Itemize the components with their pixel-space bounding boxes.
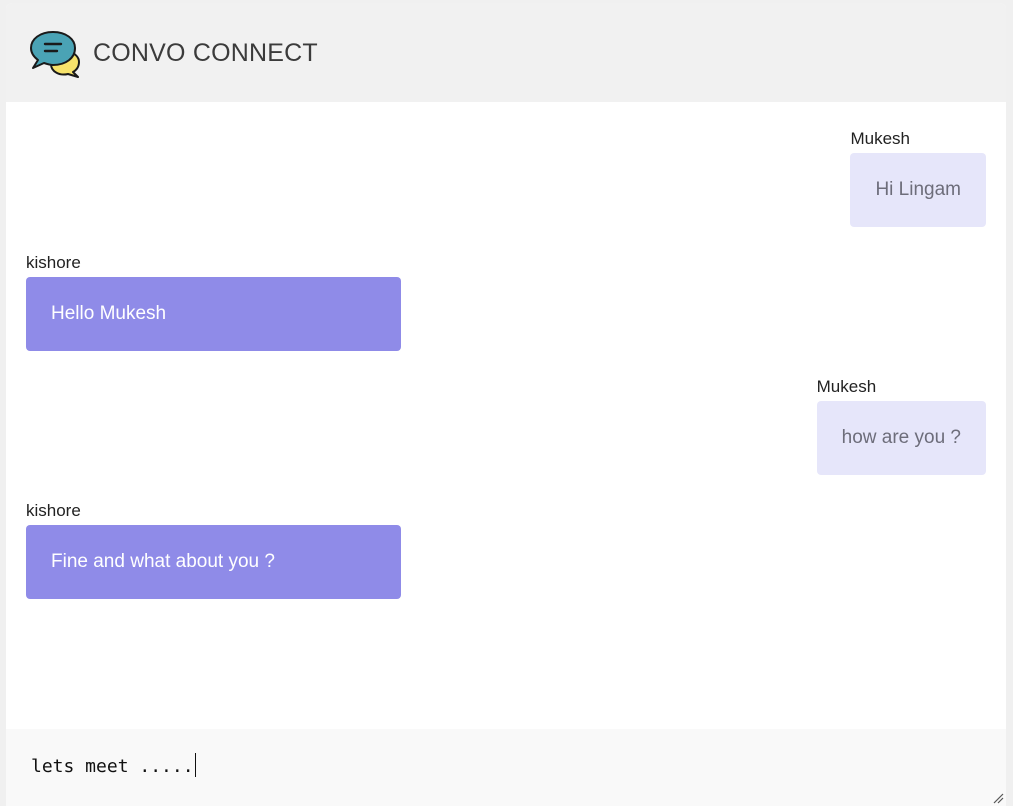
- message-sender: Mukesh: [850, 129, 910, 148]
- resize-handle-icon[interactable]: [992, 792, 1004, 804]
- message-list: Mukesh Hi Lingam kishore Hello Mukesh Mu…: [6, 102, 1006, 729]
- text-caret: [194, 753, 196, 777]
- app-header: CONVO CONNECT: [6, 3, 1006, 102]
- chat-app: CONVO CONNECT Mukesh Hi Lingam kishore H…: [6, 3, 1006, 806]
- message-item: kishore Fine and what about you ?: [26, 501, 401, 599]
- message-input-value: lets meet .....: [31, 756, 194, 777]
- message-input[interactable]: lets meet .....: [31, 753, 196, 777]
- message-sender: kishore: [26, 253, 81, 272]
- message-item: Mukesh how are you ?: [816, 377, 986, 475]
- message-item: kishore Hello Mukesh: [26, 253, 401, 351]
- message-sender: Mukesh: [816, 377, 877, 396]
- message-sender: kishore: [26, 501, 81, 520]
- message-bubble: Fine and what about you ?: [26, 525, 401, 599]
- message-composer[interactable]: lets meet .....: [6, 729, 1006, 806]
- chat-bubbles-icon: [30, 31, 80, 78]
- message-item: Mukesh Hi Lingam: [850, 129, 986, 227]
- message-bubble: Hello Mukesh: [26, 277, 401, 351]
- message-bubble: how are you ?: [816, 401, 986, 475]
- message-bubble: Hi Lingam: [850, 153, 986, 227]
- app-title: CONVO CONNECT: [93, 39, 318, 67]
